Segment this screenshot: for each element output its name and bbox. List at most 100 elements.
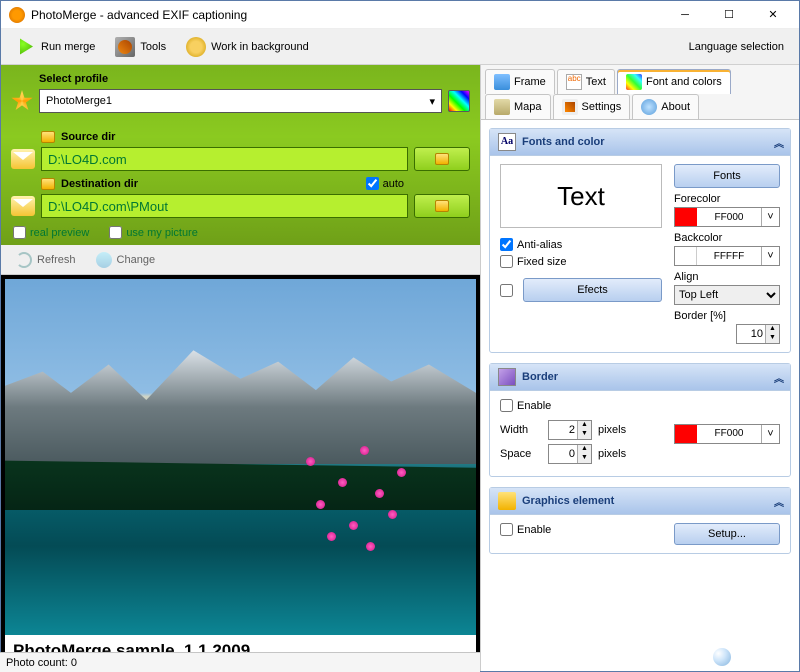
panel-fonts-header[interactable]: Aa Fonts and color ︽ (490, 129, 790, 156)
source-mail-icon (11, 149, 35, 169)
collapse-icon[interactable]: ︽ (774, 494, 782, 509)
border-width-spinner[interactable]: ▲▼ (548, 420, 592, 440)
align-label: Align (674, 271, 780, 283)
tools-icon (115, 37, 135, 57)
chevron-down-icon: ˅ (761, 247, 779, 265)
fonts-icon: Aa (498, 133, 516, 151)
titlebar: PhotoMerge - advanced EXIF captioning ─ … (1, 1, 799, 29)
star-icon (11, 90, 33, 112)
tools-button[interactable]: Tools (106, 33, 175, 61)
tab-text[interactable]: Text (557, 69, 615, 94)
map-icon (494, 99, 510, 115)
folder-icon (435, 200, 449, 212)
dest-dir-input[interactable] (41, 194, 408, 218)
pixels-label: pixels (598, 424, 626, 436)
status-bar: Photo count: 0 (0, 652, 480, 672)
fonts-button[interactable]: Fonts (674, 164, 780, 188)
watermark: LO4D.com (713, 648, 790, 666)
change-button[interactable]: Change (87, 248, 165, 272)
text-preview: Text (500, 164, 662, 228)
panel-border-header[interactable]: Border ︽ (490, 364, 790, 391)
refresh-button[interactable]: Refresh (7, 248, 85, 272)
profile-value: PhotoMerge1 (46, 95, 112, 107)
fixed-size-checkbox[interactable]: Fixed size (500, 255, 662, 268)
tabs-row-1: Frame Text Font and colors (481, 65, 799, 94)
border-space-spinner[interactable]: ▲▼ (548, 444, 592, 464)
source-browse-button[interactable] (414, 147, 470, 171)
panel-graphics: Graphics element ︽ Enable Setup... (489, 487, 791, 554)
photo-count-value: 0 (71, 657, 77, 669)
real-preview-checkbox[interactable]: real preview (13, 226, 89, 239)
folder-icon (41, 131, 55, 143)
run-merge-button[interactable]: Run merge (7, 33, 104, 61)
dest-dir-label: Destination dir (61, 178, 138, 190)
font-icon (626, 74, 642, 90)
graphics-setup-button[interactable]: Setup... (674, 523, 780, 545)
forecolor-label: Forecolor (674, 193, 780, 205)
folder-icon (435, 153, 449, 165)
graphics-enable-checkbox[interactable]: Enable (500, 523, 662, 536)
source-dir-input[interactable] (41, 147, 408, 171)
panel-border: Border ︽ Enable Width ▲▼ pixels (489, 363, 791, 477)
settings-icon (562, 99, 578, 115)
profile-combo[interactable]: PhotoMerge1 ▾ (39, 89, 442, 113)
background-label: Work in background (211, 41, 309, 53)
text-icon (566, 74, 582, 90)
background-icon (186, 37, 206, 57)
panel-fonts: Aa Fonts and color ︽ Text Anti-alias Fix… (489, 128, 791, 353)
preview-area: PhotoMerge sample, 1.1.2009 (1, 275, 480, 671)
photo-count-label: Photo count: (6, 657, 68, 669)
source-dir-label: Source dir (61, 131, 115, 143)
align-select[interactable]: Top Left (674, 285, 780, 305)
tab-about[interactable]: About (632, 94, 699, 119)
run-icon (16, 37, 36, 57)
tab-settings[interactable]: Settings (553, 94, 631, 119)
select-profile-label: Select profile (39, 73, 108, 85)
border-icon (498, 368, 516, 386)
backcolor-label: Backcolor (674, 232, 780, 244)
antialias-checkbox[interactable]: Anti-alias (500, 238, 662, 251)
effects-checkbox[interactable] (500, 284, 513, 297)
right-pane: Frame Text Font and colors Mapa Settings… (481, 65, 799, 671)
chevron-down-icon: ▾ (429, 95, 435, 108)
language-selection-button[interactable]: Language selection (680, 37, 793, 57)
frame-icon (494, 74, 510, 90)
panels-container[interactable]: Aa Fonts and color ︽ Text Anti-alias Fix… (481, 119, 799, 671)
change-icon (96, 252, 112, 268)
border-enable-checkbox[interactable]: Enable (500, 399, 662, 412)
left-pane: Select profile PhotoMerge1 ▾ Source dir (1, 65, 481, 671)
border-width-label: Width (500, 424, 542, 436)
app-icon (9, 7, 25, 23)
backcolor-picker[interactable]: FFFFF˅ (674, 246, 780, 266)
panel-graphics-header[interactable]: Graphics element ︽ (490, 488, 790, 515)
close-button[interactable]: ✕ (751, 4, 795, 26)
border-space-label: Space (500, 448, 542, 460)
tab-font-colors[interactable]: Font and colors (617, 69, 731, 94)
effects-button[interactable]: Efects (523, 278, 662, 302)
profile-panel: Select profile PhotoMerge1 ▾ Source dir (1, 65, 480, 245)
border-pct-label: Border [%] (674, 310, 780, 322)
color-picker-button[interactable] (448, 90, 470, 112)
preview-image (5, 279, 476, 635)
tab-map[interactable]: Mapa (485, 94, 551, 119)
border-pct-spinner[interactable]: ▲▼ (736, 324, 780, 344)
maximize-button[interactable]: ☐ (707, 4, 751, 26)
auto-checkbox[interactable]: auto (366, 177, 404, 190)
tools-label: Tools (140, 41, 166, 53)
minimize-button[interactable]: ─ (663, 4, 707, 26)
language-label: Language selection (689, 41, 784, 53)
tabs-row-2: Mapa Settings About (481, 94, 799, 119)
border-color-picker[interactable]: FF000˅ (674, 424, 780, 444)
run-label: Run merge (41, 41, 95, 53)
use-my-picture-checkbox[interactable]: use my picture (109, 226, 198, 239)
chevron-down-icon: ˅ (761, 208, 779, 226)
graphics-icon (498, 492, 516, 510)
dest-browse-button[interactable] (414, 194, 470, 218)
app-window: PhotoMerge - advanced EXIF captioning ─ … (0, 0, 800, 672)
collapse-icon[interactable]: ︽ (774, 135, 782, 150)
forecolor-picker[interactable]: FF000˅ (674, 207, 780, 227)
dest-mail-icon (11, 196, 35, 216)
work-background-button[interactable]: Work in background (177, 33, 318, 61)
collapse-icon[interactable]: ︽ (774, 370, 782, 385)
tab-frame[interactable]: Frame (485, 69, 555, 94)
